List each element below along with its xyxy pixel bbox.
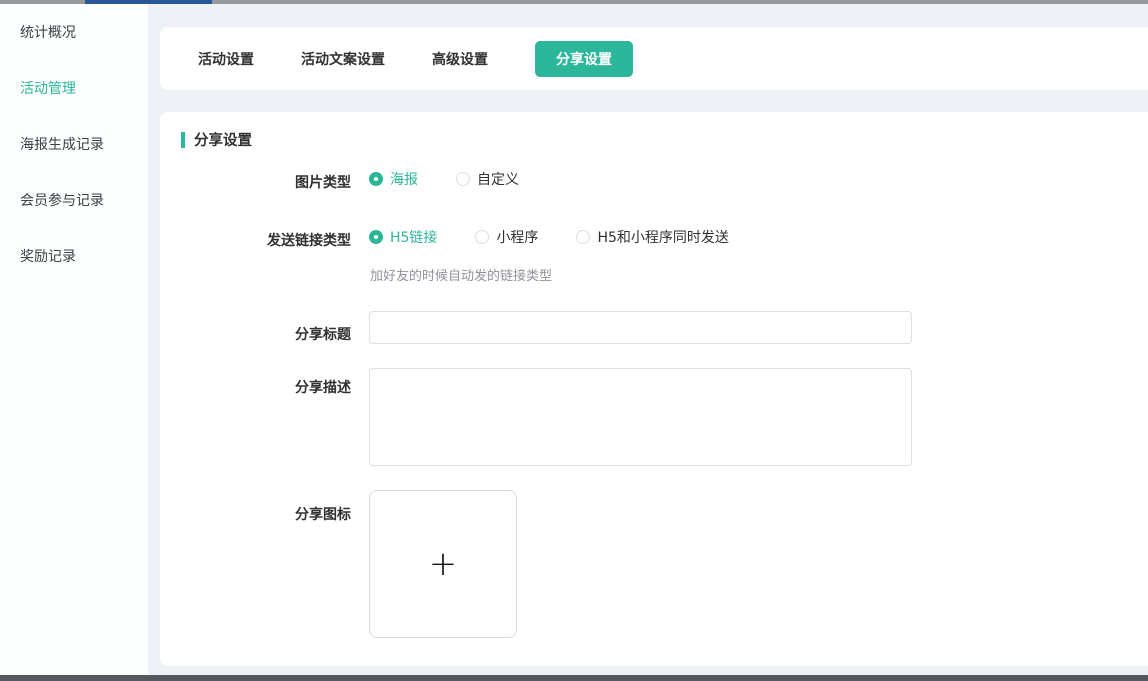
radio-checked-icon — [369, 230, 383, 244]
radio-unchecked-icon — [475, 230, 489, 244]
radio-unchecked-icon — [456, 172, 470, 186]
sidebar-item-label: 活动管理 — [20, 78, 76, 98]
sidebar-item-statistics-overview[interactable]: 统计概况 — [0, 4, 148, 60]
radio-poster[interactable]: 海报 — [369, 169, 418, 189]
tab-activity-settings[interactable]: 活动设置 — [198, 49, 254, 69]
section-title: 分享设置 — [194, 129, 252, 150]
share-title-input[interactable] — [369, 311, 912, 344]
sidebar-item-poster-records[interactable]: 海报生成记录 — [0, 116, 148, 172]
link-type-hint: 加好友的时候自动发的链接类型 — [370, 265, 552, 284]
top-progress-bar — [0, 0, 1148, 4]
sidebar-item-label: 会员参与记录 — [20, 190, 104, 210]
sidebar: 统计概况 活动管理 海报生成记录 会员参与记录 奖励记录 — [0, 4, 148, 675]
radio-label: 自定义 — [477, 169, 519, 189]
plus-icon: + — [429, 547, 458, 581]
tab-advanced-settings[interactable]: 高级设置 — [432, 49, 488, 69]
radio-h5-link[interactable]: H5链接 — [369, 227, 437, 247]
radio-label: H5链接 — [390, 227, 437, 247]
sidebar-item-label: 统计概况 — [20, 22, 76, 42]
sidebar-item-activity-management[interactable]: 活动管理 — [0, 60, 148, 116]
image-type-radio-group: 海报 自定义 — [369, 169, 557, 189]
sidebar-item-member-participation[interactable]: 会员参与记录 — [0, 172, 148, 228]
radio-checked-icon — [369, 172, 383, 186]
section-header: 分享设置 — [181, 129, 252, 150]
sidebar-item-label: 奖励记录 — [20, 246, 76, 266]
radio-label: H5和小程序同时发送 — [597, 227, 728, 247]
radio-label: 小程序 — [496, 227, 538, 247]
share-icon-upload[interactable]: + — [369, 490, 517, 638]
radio-unchecked-icon — [576, 230, 590, 244]
main-area: 活动设置 活动文案设置 高级设置 分享设置 分享设置 图片类型 海报 自定义 发… — [148, 4, 1148, 675]
image-type-label: 图片类型 — [160, 172, 351, 192]
share-title-label: 分享标题 — [160, 324, 351, 344]
share-desc-textarea[interactable] — [369, 368, 912, 466]
radio-label: 海报 — [390, 169, 418, 189]
link-type-radio-group: H5链接 小程序 H5和小程序同时发送 — [369, 227, 767, 247]
radio-h5-and-mini-program[interactable]: H5和小程序同时发送 — [576, 227, 728, 247]
sidebar-item-label: 海报生成记录 — [20, 134, 104, 154]
radio-custom[interactable]: 自定义 — [456, 169, 519, 189]
share-settings-panel: 分享设置 图片类型 海报 自定义 发送链接类型 H5链接 小程序 — [160, 112, 1148, 666]
sidebar-item-reward-records[interactable]: 奖励记录 — [0, 228, 148, 284]
tab-bar: 活动设置 活动文案设置 高级设置 分享设置 — [160, 27, 1148, 90]
share-desc-label: 分享描述 — [160, 377, 351, 397]
tab-share-settings[interactable]: 分享设置 — [535, 41, 633, 77]
radio-mini-program[interactable]: 小程序 — [475, 227, 538, 247]
link-type-label: 发送链接类型 — [160, 230, 351, 250]
section-accent-bar — [181, 132, 185, 148]
tab-activity-copy-settings[interactable]: 活动文案设置 — [301, 49, 385, 69]
share-icon-label: 分享图标 — [160, 504, 351, 524]
progress-segment — [85, 0, 212, 4]
bottom-edge-bar — [0, 675, 1148, 681]
